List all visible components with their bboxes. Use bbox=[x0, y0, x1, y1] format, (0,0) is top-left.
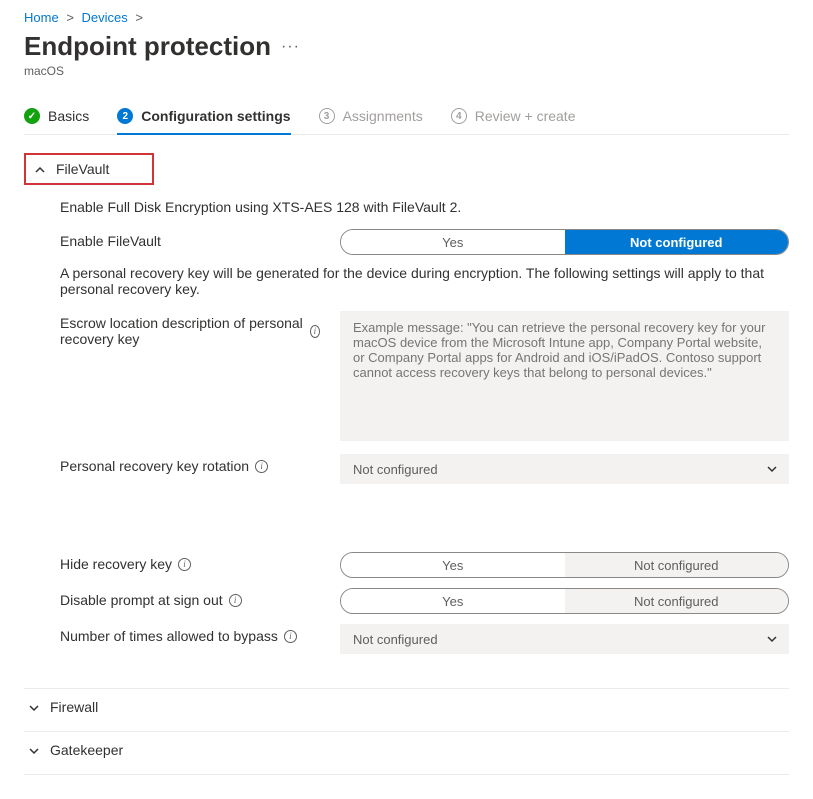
enable-filevault-toggle[interactable]: Yes Not configured bbox=[340, 229, 789, 255]
section-filevault-header[interactable]: FileVault bbox=[24, 153, 154, 185]
tab-label: Basics bbox=[48, 108, 89, 124]
info-icon[interactable]: i bbox=[255, 460, 268, 473]
chevron-down-icon bbox=[766, 633, 778, 645]
section-firewall-header[interactable]: Firewall bbox=[24, 688, 789, 725]
page-title: Endpoint protection bbox=[24, 31, 271, 62]
tab-review-create[interactable]: 4 Review + create bbox=[451, 102, 576, 134]
disable-prompt-toggle[interactable]: Yes Not configured bbox=[340, 588, 789, 614]
tab-assignments[interactable]: 3 Assignments bbox=[319, 102, 423, 134]
tab-configuration-settings[interactable]: 2 Configuration settings bbox=[117, 102, 290, 134]
chevron-down-icon bbox=[766, 463, 778, 475]
breadcrumb-sep: > bbox=[135, 10, 143, 25]
info-icon[interactable]: i bbox=[284, 630, 297, 643]
select-value: Not configured bbox=[353, 632, 438, 647]
chevron-down-icon bbox=[28, 701, 40, 713]
rotation-select[interactable]: Not configured bbox=[340, 454, 789, 484]
info-icon[interactable]: i bbox=[178, 558, 191, 571]
filevault-desc1: Enable Full Disk Encryption using XTS-AE… bbox=[60, 199, 789, 215]
escrow-label: Escrow location description of personal … bbox=[60, 315, 304, 347]
step-number: 2 bbox=[117, 108, 133, 124]
breadcrumb-sep: > bbox=[66, 10, 74, 25]
hide-recovery-toggle[interactable]: Yes Not configured bbox=[340, 552, 789, 578]
escrow-textarea[interactable] bbox=[340, 311, 789, 441]
chevron-down-icon bbox=[28, 744, 40, 756]
step-number: 3 bbox=[319, 108, 335, 124]
toggle-not-configured[interactable]: Not configured bbox=[565, 553, 789, 577]
hide-recovery-label: Hide recovery key bbox=[60, 556, 172, 572]
disable-prompt-label: Disable prompt at sign out bbox=[60, 592, 223, 608]
select-value: Not configured bbox=[353, 462, 438, 477]
breadcrumb-devices[interactable]: Devices bbox=[82, 10, 128, 25]
toggle-yes[interactable]: Yes bbox=[341, 230, 565, 254]
info-icon[interactable]: i bbox=[229, 594, 242, 607]
toggle-not-configured[interactable]: Not configured bbox=[565, 589, 789, 613]
enable-filevault-label: Enable FileVault bbox=[60, 233, 161, 249]
tab-label: Review + create bbox=[475, 108, 576, 124]
section-filevault-body: Enable Full Disk Encryption using XTS-AE… bbox=[24, 185, 789, 682]
toggle-yes[interactable]: Yes bbox=[341, 589, 565, 613]
tab-label: Configuration settings bbox=[141, 108, 290, 124]
section-title: FileVault bbox=[56, 161, 109, 177]
step-number: 4 bbox=[451, 108, 467, 124]
tab-label: Assignments bbox=[343, 108, 423, 124]
tab-basics[interactable]: ✓ Basics bbox=[24, 102, 89, 134]
bypass-label: Number of times allowed to bypass bbox=[60, 628, 278, 644]
section-title: Firewall bbox=[50, 699, 98, 715]
chevron-up-icon bbox=[34, 163, 46, 175]
filevault-desc2: A personal recovery key will be generate… bbox=[60, 265, 789, 297]
wizard-tabs: ✓ Basics 2 Configuration settings 3 Assi… bbox=[24, 102, 789, 135]
page-subtitle: macOS bbox=[24, 64, 789, 78]
info-icon[interactable]: i bbox=[310, 325, 320, 338]
rotation-label: Personal recovery key rotation bbox=[60, 458, 249, 474]
breadcrumb: Home > Devices > bbox=[24, 10, 789, 25]
more-actions-icon[interactable]: ··· bbox=[281, 38, 300, 56]
bypass-select[interactable]: Not configured bbox=[340, 624, 789, 654]
check-icon: ✓ bbox=[24, 108, 40, 124]
section-title: Gatekeeper bbox=[50, 742, 123, 758]
toggle-yes[interactable]: Yes bbox=[341, 553, 565, 577]
section-gatekeeper-header[interactable]: Gatekeeper bbox=[24, 731, 789, 768]
breadcrumb-home[interactable]: Home bbox=[24, 10, 59, 25]
toggle-not-configured[interactable]: Not configured bbox=[565, 230, 789, 254]
